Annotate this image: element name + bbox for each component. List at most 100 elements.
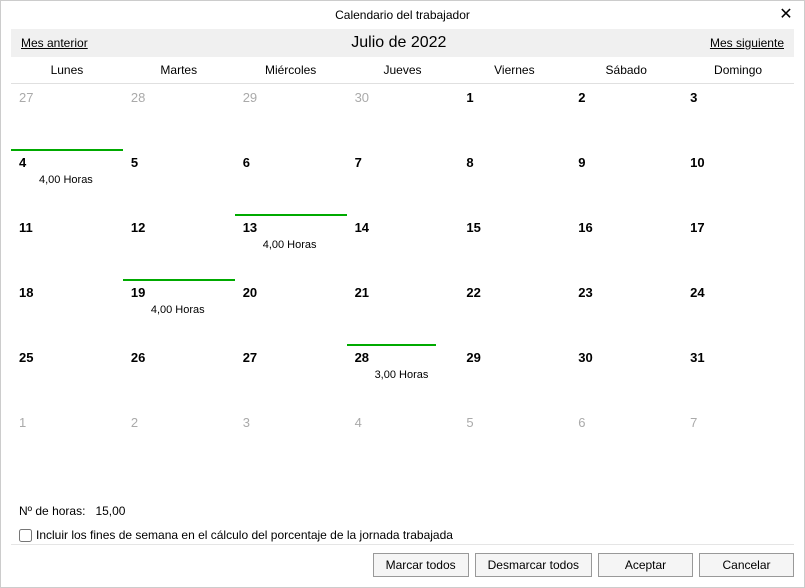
day-number: 16 <box>578 220 674 235</box>
day-number: 24 <box>690 285 786 300</box>
day-cell[interactable]: 20 <box>235 279 347 344</box>
day-cell[interactable]: 194,00 Horas <box>123 279 235 344</box>
day-number: 13 <box>243 220 339 235</box>
day-cell[interactable]: 4 4,00 Horas <box>11 149 123 214</box>
month-header: Mes anterior Julio de 2022 Mes siguiente <box>11 29 794 57</box>
day-number: 10 <box>690 155 786 170</box>
day-cell[interactable]: 15 <box>458 214 570 279</box>
day-progress-bar <box>11 149 123 151</box>
day-number: 1 <box>19 415 115 430</box>
day-cell[interactable]: 27 <box>235 344 347 409</box>
day-cell[interactable]: 3 <box>682 84 794 149</box>
day-number: 30 <box>578 350 674 365</box>
day-number: 27 <box>19 90 115 105</box>
day-number: 4 <box>19 155 115 170</box>
day-cell[interactable]: 7 <box>682 409 794 474</box>
day-number: 28 <box>355 350 451 365</box>
include-weekends-row[interactable]: Incluir los fines de semana en el cálcul… <box>19 528 786 542</box>
day-cell[interactable]: 30 <box>347 84 459 149</box>
day-cell[interactable]: 4 <box>347 409 459 474</box>
window-title: Calendario del trabajador <box>335 8 470 22</box>
day-cell[interactable]: 2 <box>570 84 682 149</box>
day-number: 21 <box>355 285 451 300</box>
next-month-link[interactable]: Mes siguiente <box>710 36 784 50</box>
day-number: 9 <box>578 155 674 170</box>
day-cell[interactable]: 26 <box>123 344 235 409</box>
day-hours: 4,00 Horas <box>263 239 339 251</box>
day-cell[interactable]: 1 <box>458 84 570 149</box>
day-number: 2 <box>578 90 674 105</box>
day-number: 30 <box>355 90 451 105</box>
footer: Nº de horas: 15,00 Incluir los fines de … <box>19 504 786 542</box>
calendar-grid: 2728293012344,00 Horas56789101112134,00 … <box>11 84 794 474</box>
hours-total-value: 15,00 <box>95 504 125 518</box>
day-number: 5 <box>131 155 227 170</box>
include-weekends-label: Incluir los fines de semana en el cálcul… <box>36 528 453 542</box>
day-cell[interactable]: 12 <box>123 214 235 279</box>
prev-month-link[interactable]: Mes anterior <box>21 36 88 50</box>
day-cell[interactable]: 8 <box>458 149 570 214</box>
day-number: 11 <box>19 220 115 235</box>
cancel-button[interactable]: Cancelar <box>699 553 794 577</box>
day-number: 8 <box>466 155 562 170</box>
day-cell[interactable]: 3 <box>235 409 347 474</box>
day-cell[interactable]: 22 <box>458 279 570 344</box>
day-progress-bar <box>123 279 235 281</box>
day-cell[interactable]: 5 <box>123 149 235 214</box>
include-weekends-checkbox[interactable] <box>19 529 32 542</box>
weekday-label: Domingo <box>682 57 794 83</box>
day-cell[interactable]: 283,00 Horas <box>347 344 459 409</box>
day-cell[interactable]: 24 <box>682 279 794 344</box>
day-cell[interactable]: 29 <box>235 84 347 149</box>
unmark-all-button[interactable]: Desmarcar todos <box>475 553 592 577</box>
day-cell[interactable]: 17 <box>682 214 794 279</box>
mark-all-button[interactable]: Marcar todos <box>373 553 469 577</box>
day-cell[interactable]: 29 <box>458 344 570 409</box>
day-number: 17 <box>690 220 786 235</box>
day-cell[interactable]: 2 <box>123 409 235 474</box>
day-cell[interactable]: 23 <box>570 279 682 344</box>
day-cell[interactable]: 6 <box>235 149 347 214</box>
day-cell[interactable]: 13 4,00 Horas <box>235 214 347 279</box>
day-number: 22 <box>466 285 562 300</box>
day-cell[interactable]: 28 <box>123 84 235 149</box>
day-cell[interactable]: 14 <box>347 214 459 279</box>
day-number: 20 <box>243 285 339 300</box>
weekday-label: Sábado <box>570 57 682 83</box>
day-cell[interactable]: 25 <box>11 344 123 409</box>
day-number: 18 <box>19 285 115 300</box>
day-cell[interactable]: 1 <box>11 409 123 474</box>
day-hours: 4,00 Horas <box>151 304 227 316</box>
day-cell[interactable]: 30 <box>570 344 682 409</box>
day-hours: 4,00 Horas <box>39 174 115 186</box>
day-cell[interactable]: 7 <box>347 149 459 214</box>
day-cell[interactable]: 18 <box>11 279 123 344</box>
weekday-label: Martes <box>123 57 235 83</box>
day-progress-bar <box>347 344 436 346</box>
day-number: 7 <box>690 415 786 430</box>
titlebar: Calendario del trabajador ✕ <box>1 1 804 29</box>
hours-total-label: Nº de horas: <box>19 504 85 518</box>
weekday-label: Viernes <box>458 57 570 83</box>
day-number: 28 <box>131 90 227 105</box>
day-number: 1 <box>466 90 562 105</box>
day-cell[interactable]: 10 <box>682 149 794 214</box>
weekday-label: Lunes <box>11 57 123 83</box>
day-cell[interactable]: 9 <box>570 149 682 214</box>
day-cell[interactable]: 31 <box>682 344 794 409</box>
weekday-label: Jueves <box>347 57 459 83</box>
day-number: 3 <box>243 415 339 430</box>
day-cell[interactable]: 16 <box>570 214 682 279</box>
day-cell[interactable]: 21 <box>347 279 459 344</box>
day-number: 4 <box>355 415 451 430</box>
day-cell[interactable]: 5 <box>458 409 570 474</box>
close-icon[interactable]: ✕ <box>776 5 796 25</box>
day-number: 12 <box>131 220 227 235</box>
day-progress-bar <box>235 214 347 216</box>
day-cell[interactable]: 27 <box>11 84 123 149</box>
weekday-header: Lunes Martes Miércoles Jueves Viernes Sá… <box>11 57 794 84</box>
day-number: 6 <box>243 155 339 170</box>
day-cell[interactable]: 11 <box>11 214 123 279</box>
accept-button[interactable]: Aceptar <box>598 553 693 577</box>
day-cell[interactable]: 6 <box>570 409 682 474</box>
